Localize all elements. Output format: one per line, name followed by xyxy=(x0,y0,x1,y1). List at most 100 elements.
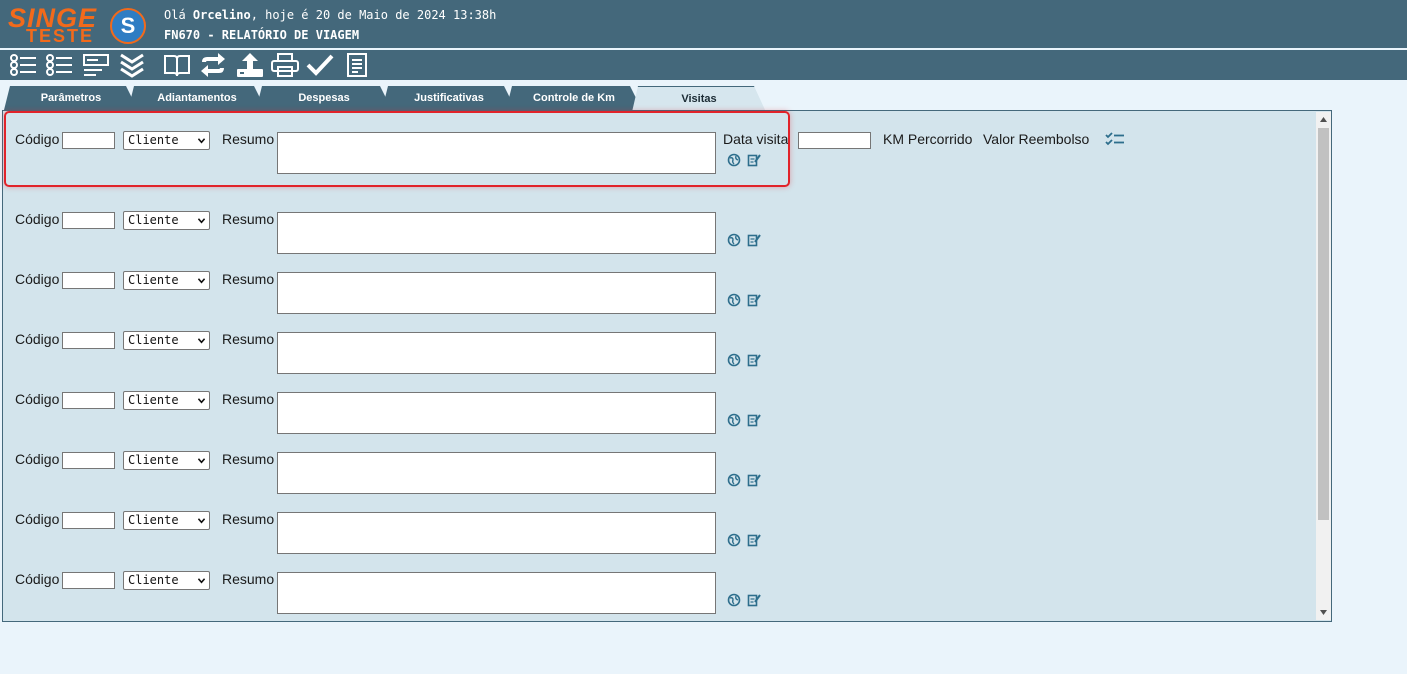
tab-visitas[interactable]: Visitas xyxy=(632,86,766,112)
book-icon[interactable] xyxy=(162,52,192,78)
resumo-textarea[interactable] xyxy=(277,332,716,374)
data-visita-label: Data visita xyxy=(723,131,789,147)
edit-note-icon[interactable] xyxy=(747,233,761,247)
chevron-down-icon xyxy=(198,578,205,584)
list-check-icon[interactable] xyxy=(44,52,74,78)
chevron-down-icon xyxy=(198,278,205,284)
codigo-label: Código xyxy=(15,271,60,287)
resumo-textarea[interactable] xyxy=(277,212,716,254)
tab-justificativas[interactable]: Justificativas xyxy=(382,86,516,110)
greeting-prefix: Olá xyxy=(164,8,193,22)
codigo-input[interactable] xyxy=(62,272,115,289)
codigo-input[interactable] xyxy=(62,392,115,409)
tab-bar: Parâmetros Adiantamentos Despesas Justif… xyxy=(0,86,800,111)
tipo-select[interactable]: Cliente xyxy=(123,451,210,470)
visit-row: Código Cliente Resumo xyxy=(3,259,1313,319)
expand-all-icon[interactable] xyxy=(117,52,147,78)
chevron-down-icon xyxy=(198,338,205,344)
codigo-input[interactable] xyxy=(62,212,115,229)
visit-row: Código Cliente Resumo xyxy=(3,379,1313,439)
edit-note-icon[interactable] xyxy=(747,473,761,487)
resumo-label: Resumo xyxy=(222,131,275,147)
resumo-label: Resumo xyxy=(222,451,275,467)
globe-icon[interactable] xyxy=(727,293,741,307)
upload-icon[interactable] xyxy=(235,52,265,78)
list-icon[interactable] xyxy=(8,52,38,78)
edit-note-icon[interactable] xyxy=(747,353,761,367)
globe-icon[interactable] xyxy=(727,233,741,247)
edit-note-icon[interactable] xyxy=(747,153,761,167)
tipo-select-value: Cliente xyxy=(128,133,179,147)
visit-row: Código Cliente Resumo xyxy=(3,199,1313,259)
tipo-select[interactable]: Cliente xyxy=(123,131,210,150)
data-visita-input[interactable] xyxy=(798,132,871,149)
greeting-suffix: , hoje é 20 de Maio de 2024 13:38h xyxy=(250,8,497,22)
resumo-label: Resumo xyxy=(222,211,275,227)
tipo-select[interactable]: Cliente xyxy=(123,571,210,590)
globe-icon[interactable] xyxy=(727,353,741,367)
valor-reembolso-label: Valor Reembolso xyxy=(983,131,1090,147)
tipo-select-value: Cliente xyxy=(128,453,179,467)
toolbar xyxy=(0,50,1407,80)
resumo-label: Resumo xyxy=(222,511,275,527)
resumo-textarea[interactable] xyxy=(277,392,716,434)
form-icon[interactable] xyxy=(82,52,112,78)
tipo-select-value: Cliente xyxy=(128,513,179,527)
chevron-down-icon xyxy=(198,218,205,224)
resumo-label: Resumo xyxy=(222,331,275,347)
globe-icon[interactable] xyxy=(727,413,741,427)
tab-controle-de-km[interactable]: Controle de Km xyxy=(506,86,642,110)
resumo-label: Resumo xyxy=(222,571,275,587)
scroll-down-icon[interactable] xyxy=(1316,605,1331,620)
greeting: Olá Orcelino, hoje é 20 de Maio de 2024 … xyxy=(164,8,496,22)
chevron-down-icon xyxy=(198,518,205,524)
codigo-input[interactable] xyxy=(62,452,115,469)
logo-edition: TESTE xyxy=(26,26,95,46)
edit-note-icon[interactable] xyxy=(747,593,761,607)
tipo-select[interactable]: Cliente xyxy=(123,391,210,410)
edit-note-icon[interactable] xyxy=(747,533,761,547)
tipo-select[interactable]: Cliente xyxy=(123,511,210,530)
resumo-textarea[interactable] xyxy=(277,452,716,494)
globe-icon[interactable] xyxy=(727,153,741,167)
tipo-select[interactable]: Cliente xyxy=(123,271,210,290)
codigo-input[interactable] xyxy=(62,512,115,529)
tipo-select-value: Cliente xyxy=(128,213,179,227)
resumo-textarea[interactable] xyxy=(277,272,716,314)
resumo-textarea[interactable] xyxy=(277,512,716,554)
codigo-label: Código xyxy=(15,331,60,347)
edit-note-icon[interactable] xyxy=(747,413,761,427)
codigo-input[interactable] xyxy=(62,332,115,349)
resumo-textarea[interactable] xyxy=(277,132,716,174)
globe-icon[interactable] xyxy=(727,473,741,487)
scroll-up-icon[interactable] xyxy=(1316,112,1331,127)
panel-scrollbar[interactable] xyxy=(1316,112,1331,620)
tipo-select-value: Cliente xyxy=(128,333,179,347)
chevron-down-icon xyxy=(198,138,205,144)
codigo-label: Código xyxy=(15,211,60,227)
screen-title: FN670 - RELATÓRIO DE VIAGEM xyxy=(164,28,360,42)
scroll-thumb[interactable] xyxy=(1318,128,1329,520)
tipo-select[interactable]: Cliente xyxy=(123,331,210,350)
logo-badge-letter: S xyxy=(120,13,136,38)
tipo-select-value: Cliente xyxy=(128,273,179,287)
logo-badge-icon: S xyxy=(110,8,146,44)
tab-despesas[interactable]: Despesas xyxy=(256,86,392,110)
codigo-input[interactable] xyxy=(62,572,115,589)
tipo-select[interactable]: Cliente xyxy=(123,211,210,230)
check-icon[interactable] xyxy=(305,52,335,78)
globe-icon[interactable] xyxy=(727,593,741,607)
tab-parametros[interactable]: Parâmetros xyxy=(4,86,138,110)
checklist-icon[interactable] xyxy=(1105,132,1125,146)
refresh-icon[interactable] xyxy=(198,52,228,78)
resumo-textarea[interactable] xyxy=(277,572,716,614)
chevron-down-icon xyxy=(198,398,205,404)
document-icon[interactable] xyxy=(343,52,373,78)
user-name: Orcelino xyxy=(192,8,251,22)
print-icon[interactable] xyxy=(270,52,300,78)
codigo-input[interactable] xyxy=(62,132,115,149)
globe-icon[interactable] xyxy=(727,533,741,547)
tab-adiantamentos[interactable]: Adiantamentos xyxy=(128,86,266,110)
visit-row: Código Cliente Resumo xyxy=(3,499,1313,559)
edit-note-icon[interactable] xyxy=(747,293,761,307)
